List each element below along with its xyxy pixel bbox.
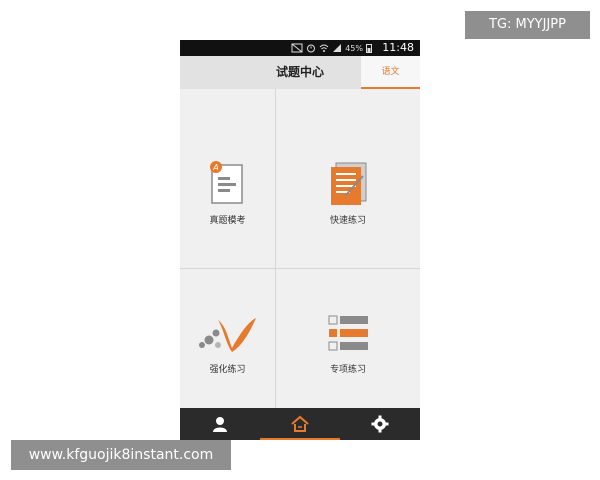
tile-quick[interactable]: 快速练习 xyxy=(276,89,420,268)
subject-tab[interactable]: 语文 xyxy=(361,56,420,89)
tile-exam-label: 真题模考 xyxy=(209,216,246,226)
phone-screen: 45% 11:48 试题中心 语文 A 真题模考 快速练习 强化练习 专项练习 xyxy=(180,40,420,440)
alarm-icon xyxy=(307,44,316,53)
battery-percent: 45% xyxy=(345,43,363,53)
tile-quick-label: 快速练习 xyxy=(329,216,366,226)
bottom-tab-bar xyxy=(180,408,420,440)
tab-active-indicator xyxy=(260,438,340,440)
tab-user[interactable] xyxy=(180,408,260,440)
tab-settings[interactable] xyxy=(340,408,420,440)
tile-special-label: 专项练习 xyxy=(329,365,366,375)
settings-icon xyxy=(371,415,389,433)
app-header: 试题中心 语文 xyxy=(180,56,420,89)
practice-grid: A 真题模考 快速练习 强化练习 专项练习 xyxy=(180,89,420,408)
quick-practice-icon xyxy=(331,162,367,205)
status-time: 11:48 xyxy=(382,41,414,54)
tile-special[interactable]: 专项练习 xyxy=(276,269,420,408)
watermark-top: TG: MYYJJPP xyxy=(465,11,590,39)
signal-icon xyxy=(333,44,342,52)
tile-intensive[interactable]: 强化练习 xyxy=(180,269,275,408)
intensive-practice-icon xyxy=(199,318,256,352)
tab-home[interactable] xyxy=(260,408,340,440)
wifi-icon xyxy=(319,44,329,52)
status-icons: 45% xyxy=(291,41,372,55)
battery-icon xyxy=(366,44,372,53)
special-practice-icon xyxy=(328,315,368,351)
svg-text:A: A xyxy=(212,163,218,172)
exam-paper-icon: A xyxy=(210,161,243,204)
home-icon xyxy=(291,415,309,432)
watermark-bottom: www.kfguojik8instant.com xyxy=(11,440,231,470)
tile-exam[interactable]: A 真题模考 xyxy=(180,89,275,268)
tile-intensive-label: 强化练习 xyxy=(209,365,246,375)
mute-icon xyxy=(291,43,303,53)
user-icon xyxy=(213,417,227,432)
status-bar: 45% 11:48 xyxy=(180,40,420,56)
